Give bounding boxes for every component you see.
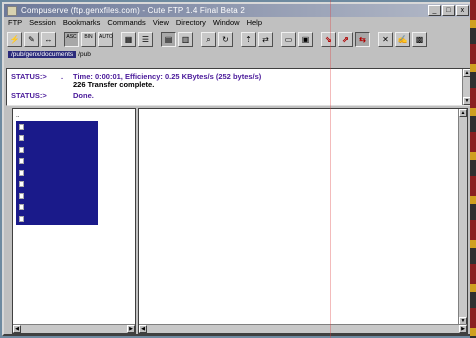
list-item[interactable]: [16, 179, 98, 191]
remote-file-pane[interactable]: ▲ ▼ ◀ ▶: [138, 108, 468, 334]
menu-window[interactable]: Window: [213, 18, 240, 27]
local-file-pane[interactable]: .. ◀ ▶: [12, 108, 136, 334]
menu-bar: FTP Session Bookmarks Commands View Dire…: [4, 17, 472, 28]
download-icon[interactable]: ⇘: [321, 31, 336, 47]
disconnect-icon[interactable]: ↔: [41, 31, 56, 47]
status-bullet: .: [61, 72, 64, 81]
path-bar: /pub/genx/documents /pub: [4, 50, 472, 58]
view-small-icon[interactable]: ▥: [178, 31, 193, 47]
window-title: Compuserve (ftp.genxfiles.com) - Cute FT…: [21, 6, 245, 15]
properties-icon[interactable]: ▩: [412, 31, 427, 47]
close-button[interactable]: x: [456, 5, 469, 16]
status-message: Done.: [73, 91, 94, 100]
list-item[interactable]: [16, 202, 98, 214]
scroll-right-icon[interactable]: ▶: [127, 325, 135, 333]
view-list-icon[interactable]: ☰: [138, 31, 153, 47]
desktop-edge: [470, 0, 476, 338]
scroll-up-icon[interactable]: ▲: [459, 109, 467, 117]
file-icon: [19, 123, 24, 130]
status-label: STATUS:>: [11, 72, 47, 81]
file-icon: [19, 158, 24, 165]
toolbar: ⚡ ✎ ↔ ASC BIN AUTO ▦ ☰ ▤ ▥ ⌕ ↻ ⇡ ⇄ ▭ ▣ ⇘…: [4, 28, 472, 50]
remote-path-field[interactable]: /pub/genx/documents: [8, 50, 77, 58]
delete-icon[interactable]: ✕: [378, 31, 393, 47]
auto-mode-button[interactable]: AUTO: [98, 31, 113, 47]
minimize-button[interactable]: _: [428, 5, 441, 16]
file-icon: [19, 215, 24, 222]
file-icon: [19, 169, 24, 176]
title-bar[interactable]: Compuserve (ftp.genxfiles.com) - Cute FT…: [4, 4, 472, 17]
change-dir-icon[interactable]: ⇄: [258, 31, 273, 47]
view-log-icon[interactable]: ▭: [281, 31, 296, 47]
menu-view[interactable]: View: [153, 18, 169, 27]
file-icon: [19, 204, 24, 211]
list-item[interactable]: [16, 144, 98, 156]
list-item[interactable]: [16, 156, 98, 168]
view-details-icon[interactable]: ▤: [161, 31, 176, 47]
ascii-mode-button[interactable]: ASC: [64, 31, 79, 47]
menu-ftp[interactable]: FTP: [8, 18, 22, 27]
selected-file-list[interactable]: [16, 121, 98, 225]
refresh-icon[interactable]: ↻: [218, 31, 233, 47]
menu-bookmarks[interactable]: Bookmarks: [63, 18, 101, 27]
maximize-button[interactable]: □: [442, 5, 455, 16]
quick-connect-icon[interactable]: ✎: [24, 31, 39, 47]
scroll-right-icon[interactable]: ▶: [459, 325, 467, 333]
parent-dir-icon[interactable]: ⇡: [241, 31, 256, 47]
menu-session[interactable]: Session: [29, 18, 56, 27]
list-item[interactable]: [16, 121, 98, 133]
local-hscrollbar[interactable]: ◀ ▶: [13, 324, 135, 333]
remote-subpath: /pub: [78, 50, 91, 58]
file-icon: [19, 135, 24, 142]
file-icon: [19, 192, 24, 199]
file-icon: [19, 146, 24, 153]
status-log-pane: STATUS:> . Time: 0:00:01, Efficiency: 0.…: [6, 68, 472, 106]
list-item[interactable]: [16, 133, 98, 145]
scroll-left-icon[interactable]: ◀: [13, 325, 21, 333]
list-item[interactable]: [16, 167, 98, 179]
app-icon[interactable]: [7, 5, 17, 16]
ftp-client-window: Compuserve (ftp.genxfiles.com) - Cute FT…: [2, 2, 474, 336]
list-item[interactable]: [16, 213, 98, 225]
view-queue-icon[interactable]: ▣: [298, 31, 313, 47]
menu-commands[interactable]: Commands: [107, 18, 145, 27]
menu-directory[interactable]: Directory: [176, 18, 206, 27]
file-icon: [19, 181, 24, 188]
status-message: 226 Transfer complete.: [73, 80, 155, 89]
menu-help[interactable]: Help: [247, 18, 262, 27]
screen-artifact-line: [330, 0, 331, 338]
scroll-left-icon[interactable]: ◀: [139, 325, 147, 333]
transfer-icon[interactable]: ⇆: [355, 31, 370, 47]
connect-icon[interactable]: ⚡: [7, 31, 22, 47]
upload-icon[interactable]: ⇗: [338, 31, 353, 47]
remote-hscrollbar[interactable]: ◀ ▶: [139, 324, 467, 333]
rename-icon[interactable]: ✍: [395, 31, 410, 47]
parent-directory-entry[interactable]: ..: [16, 112, 20, 119]
list-item[interactable]: [16, 190, 98, 202]
status-label: STATUS:>: [11, 91, 47, 100]
remote-vscrollbar[interactable]: ▲ ▼: [458, 109, 467, 325]
view-large-icons-icon[interactable]: ▦: [121, 31, 136, 47]
search-icon[interactable]: ⌕: [201, 31, 216, 47]
binary-mode-button[interactable]: BIN: [81, 31, 96, 47]
